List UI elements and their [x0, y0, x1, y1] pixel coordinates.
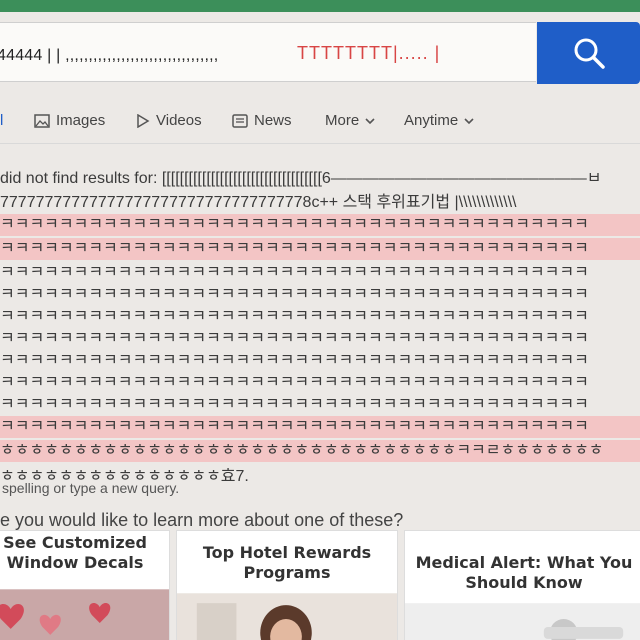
medical-alert-image [405, 603, 640, 640]
tab-images-label: Images [56, 112, 106, 129]
search-area: 44444 | | ,,,,,,,,,,,,,,,,,,,,,,,,,,,,,,… [0, 22, 640, 84]
query-line: ㅋㅋㅋㅋㅋㅋㅋㅋㅋㅋㅋㅋㅋㅋㅋㅋㅋㅋㅋㅋㅋㅋㅋㅋㅋㅋㅋㅋㅋㅋㅋㅋㅋㅋㅋㅋㅋㅋㅋㅋ [0, 214, 640, 236]
ad-card-title: See Customized Window Decals [3, 533, 147, 572]
tab-anytime[interactable]: Anytime [404, 112, 474, 129]
tab-more[interactable]: More [325, 112, 375, 129]
query-line: ㅋㅋㅋㅋㅋㅋㅋㅋㅋㅋㅋㅋㅋㅋㅋㅋㅋㅋㅋㅋㅋㅋㅋㅋㅋㅋㅋㅋㅋㅋㅋㅋㅋㅋㅋㅋㅋㅋㅋㅋ [0, 374, 589, 391]
ad-card-title: Top Hotel Rewards Programs [202, 543, 372, 582]
query-line: ㅋㅋㅋㅋㅋㅋㅋㅋㅋㅋㅋㅋㅋㅋㅋㅋㅋㅋㅋㅋㅋㅋㅋㅋㅋㅋㅋㅋㅋㅋㅋㅋㅋㅋㅋㅋㅋㅋㅋㅋ [0, 396, 589, 413]
ad-card-title: Medical Alert: What You Should Know [415, 553, 633, 592]
ad-card[interactable]: Top Hotel Rewards Programs [176, 530, 398, 640]
tab-images[interactable]: Images [34, 112, 105, 129]
query-line: ㅎㅎㅎㅎㅎㅎㅎㅎㅎㅎㅎㅎㅎㅎㅎㅎㅎㅎㅎㅎㅎㅎㅎㅎㅎㅎㅎㅎㅎㅎㅎㅋㅋㄹㅎㅎㅎㅎㅎㅎ… [0, 440, 640, 462]
search-input[interactable]: 44444 | | ,,,,,,,,,,,,,,,,,,,,,,,,,,,,,,… [0, 22, 536, 82]
query-line: ㅋㅋㅋㅋㅋㅋㅋㅋㅋㅋㅋㅋㅋㅋㅋㅋㅋㅋㅋㅋㅋㅋㅋㅋㅋㅋㅋㅋㅋㅋㅋㅋㅋㅋㅋㅋㅋㅋㅋㅋ [0, 264, 589, 281]
ad-card[interactable]: See Customized Window Decals [0, 530, 170, 640]
ad-card[interactable]: Medical Alert: What You Should Know [404, 530, 640, 640]
query-line: ㅋㅋㅋㅋㅋㅋㅋㅋㅋㅋㅋㅋㅋㅋㅋㅋㅋㅋㅋㅋㅋㅋㅋㅋㅋㅋㅋㅋㅋㅋㅋㅋㅋㅋㅋㅋㅋㅋㅋㅋ [0, 308, 589, 325]
learn-more-heading: e you would like to learn more about one… [0, 510, 404, 530]
news-icon [232, 113, 248, 128]
query-line: ㅋㅋㅋㅋㅋㅋㅋㅋㅋㅋㅋㅋㅋㅋㅋㅋㅋㅋㅋㅋㅋㅋㅋㅋㅋㅋㅋㅋㅋㅋㅋㅋㅋㅋㅋㅋㅋㅋㅋㅋ [0, 286, 589, 303]
tab-news[interactable]: News [232, 112, 292, 129]
search-query-text-right: TTTTTTTT|..... | [297, 43, 441, 63]
search-query-text: 44444 | | ,,,,,,,,,,,,,,,,,,,,,,,,,,,,,,… [0, 47, 219, 64]
tab-videos[interactable]: Videos [136, 112, 202, 129]
hotel-image [177, 593, 397, 640]
tab-videos-label: Videos [156, 112, 202, 129]
top-bar [0, 0, 640, 12]
query-line: 77777777777777777777777777777777778c++ 스… [0, 194, 517, 211]
query-line: ㅋㅋㅋㅋㅋㅋㅋㅋㅋㅋㅋㅋㅋㅋㅋㅋㅋㅋㅋㅋㅋㅋㅋㅋㅋㅋㅋㅋㅋㅋㅋㅋㅋㅋㅋㅋㅋㅋㅋㅋ [0, 416, 640, 438]
search-tabs: l Images Videos News More Anytime [0, 108, 640, 134]
query-line: ㅋㅋㅋㅋㅋㅋㅋㅋㅋㅋㅋㅋㅋㅋㅋㅋㅋㅋㅋㅋㅋㅋㅋㅋㅋㅋㅋㅋㅋㅋㅋㅋㅋㅋㅋㅋㅋㅋㅋㅋ [0, 330, 589, 347]
chevron-down-icon [464, 117, 474, 124]
tab-all[interactable]: l [0, 112, 3, 129]
search-button[interactable] [537, 22, 640, 84]
search-icon [574, 38, 605, 69]
tab-more-label: More [325, 112, 360, 129]
query-line: ㅋㅋㅋㅋㅋㅋㅋㅋㅋㅋㅋㅋㅋㅋㅋㅋㅋㅋㅋㅋㅋㅋㅋㅋㅋㅋㅋㅋㅋㅋㅋㅋㅋㅋㅋㅋㅋㅋㅋㅋ [0, 352, 589, 369]
tabs-divider [0, 143, 640, 144]
query-line: ㅋㅋㅋㅋㅋㅋㅋㅋㅋㅋㅋㅋㅋㅋㅋㅋㅋㅋㅋㅋㅋㅋㅋㅋㅋㅋㅋㅋㅋㅋㅋㅋㅋㅋㅋㅋㅋㅋㅋㅋ [0, 238, 640, 260]
play-icon [137, 113, 150, 128]
chevron-down-icon [365, 117, 375, 124]
image-icon [34, 113, 50, 128]
spelling-message: spelling or type a new query. [2, 480, 180, 496]
tab-news-label: News [254, 112, 292, 129]
ad-cards: See Customized Window Decals Top Hotel R… [0, 530, 640, 640]
tab-anytime-label: Anytime [404, 112, 459, 129]
no-results-line: did not find results for: [[[[[[[[[[[[[[… [0, 170, 602, 187]
decals-image [0, 589, 169, 640]
